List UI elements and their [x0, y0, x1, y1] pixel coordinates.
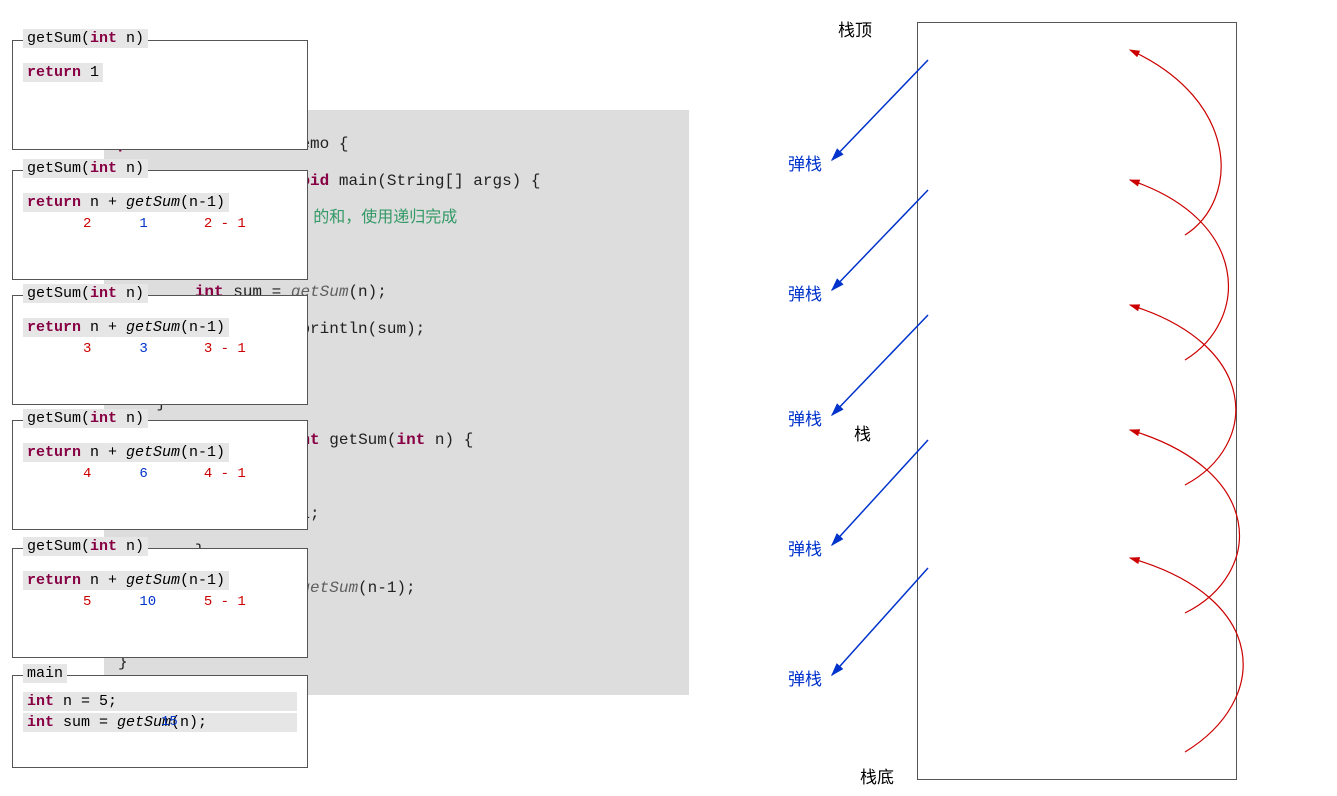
annotation: 3 3 3 - 1 — [23, 341, 297, 357]
frame-body: return 1 — [13, 41, 307, 88]
frame-title: getSum(int n) — [23, 159, 148, 178]
arrow-pop-3 — [832, 315, 928, 415]
label-stack-top: 栈顶 — [838, 16, 872, 41]
stack-frame-2: getSum(int n) return n + getSum(n-1) 2 1… — [12, 170, 308, 280]
label-pop-4: 弹栈 — [788, 535, 822, 560]
frame-title: getSum(int n) — [23, 409, 148, 428]
frame-title: getSum(int n) — [23, 284, 148, 303]
label-pop-2: 弹栈 — [788, 280, 822, 305]
frame-body: return n + getSum(n-1) 2 1 2 - 1 — [13, 171, 307, 238]
stack-container — [917, 22, 1237, 780]
result-value: 15 — [161, 714, 178, 730]
arrow-pop-1 — [832, 60, 928, 160]
annotation: 2 1 2 - 1 — [23, 216, 297, 232]
label-pop-1: 弹栈 — [788, 150, 822, 175]
stack-frame-5: getSum(int n) return n + getSum(n-1) 5 1… — [12, 548, 308, 658]
frame-body: return n + getSum(n-1) 3 3 3 - 1 — [13, 296, 307, 363]
arrow-pop-4 — [832, 440, 928, 545]
label-pop-5: 弹栈 — [788, 665, 822, 690]
frame-body: return n + getSum(n-1) 4 6 4 - 1 — [13, 421, 307, 488]
arrow-pop-5 — [832, 568, 928, 675]
label-pop-3: 弹栈 — [788, 405, 822, 430]
stack-frame-3: getSum(int n) return n + getSum(n-1) 3 3… — [12, 295, 308, 405]
stack-frame-4: getSum(int n) return n + getSum(n-1) 4 6… — [12, 420, 308, 530]
frame-body: int n = 5; 15 int sum = getSum(n); — [13, 676, 307, 738]
label-stack-mid: 栈 — [854, 420, 871, 445]
frame-title: getSum(int n) — [23, 29, 148, 48]
annotation: 5 10 5 - 1 — [23, 594, 297, 610]
stack-frame-1: getSum(int n) return 1 — [12, 40, 308, 150]
arrow-pop-2 — [832, 190, 928, 290]
label-stack-bottom: 栈底 — [860, 763, 894, 788]
frame-title: main — [23, 664, 67, 683]
stack-frame-main: main int n = 5; 15 int sum = getSum(n); — [12, 675, 308, 768]
frame-title: getSum(int n) — [23, 537, 148, 556]
annotation: 4 6 4 - 1 — [23, 466, 297, 482]
frame-body: return n + getSum(n-1) 5 10 5 - 1 — [13, 549, 307, 616]
